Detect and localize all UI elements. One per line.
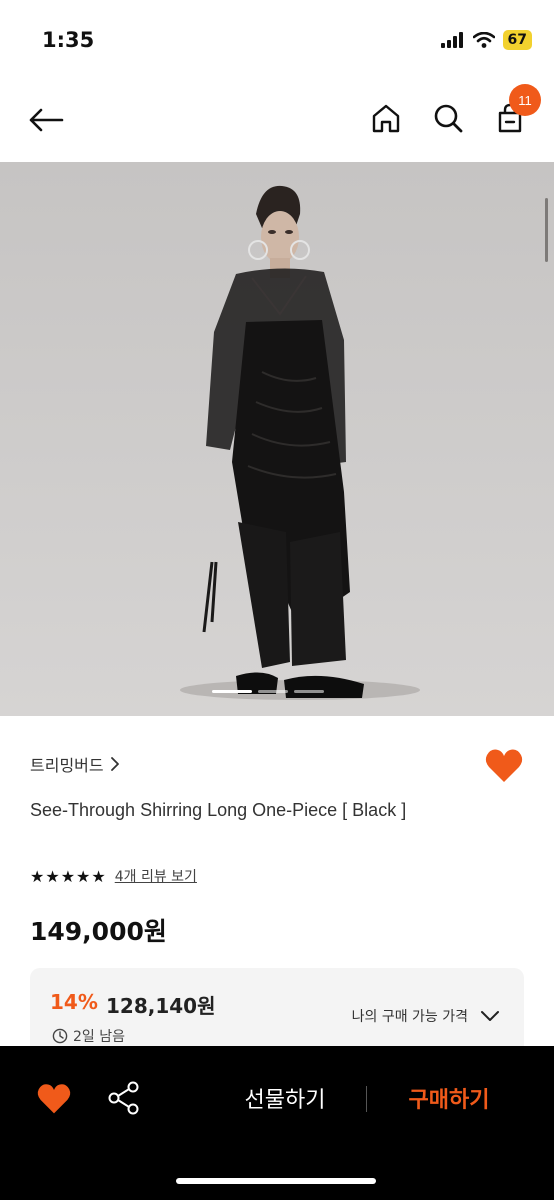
home-button[interactable] xyxy=(368,100,404,136)
nav-bar xyxy=(0,80,554,162)
share-icon xyxy=(108,1081,139,1115)
rating-row: ★★★★★ 4개 리뷰 보기 xyxy=(30,866,197,886)
product-price: 149,000원 xyxy=(30,917,167,946)
back-button[interactable] xyxy=(28,102,68,138)
brand-name: 트리밍버드 xyxy=(30,756,104,775)
image-page-indicator xyxy=(212,690,324,693)
product-image[interactable] xyxy=(0,162,554,716)
chevron-right-icon xyxy=(110,757,119,771)
deadline-text: 2일 남음 xyxy=(73,1029,125,1045)
battery-indicator: 67 xyxy=(502,30,532,50)
page-dot xyxy=(258,690,288,693)
discount-deadline: 2일 남음 xyxy=(52,1026,125,1046)
wishlist-button[interactable] xyxy=(484,746,524,786)
arrow-left-icon xyxy=(29,108,64,132)
buy-button[interactable]: 구매하기 xyxy=(374,1082,524,1114)
search-button[interactable] xyxy=(430,100,466,136)
page-dot-active xyxy=(212,690,252,693)
bottom-wishlist-button[interactable] xyxy=(36,1082,72,1116)
heart-icon xyxy=(37,1084,71,1114)
my-price-label: 나의 구매 가능 가격 xyxy=(351,1009,468,1025)
status-bar: 1:35 67 xyxy=(0,0,554,80)
product-title: See-Through Shirring Long One-Piece [ Bl… xyxy=(30,800,407,820)
cart-count-badge: 11 xyxy=(509,84,541,116)
status-time: 1:35 xyxy=(42,28,95,52)
gift-button[interactable]: 선물하기 xyxy=(210,1082,360,1114)
share-button[interactable] xyxy=(106,1080,142,1116)
brand-link[interactable]: 트리밍버드 xyxy=(30,752,120,776)
home-icon xyxy=(372,104,400,133)
signal-icon xyxy=(440,32,463,48)
star-rating: ★★★★★ xyxy=(30,866,107,886)
my-price-toggle[interactable]: 나의 구매 가능 가격 xyxy=(352,1006,500,1026)
wifi-icon xyxy=(472,32,495,48)
status-icons: 67 xyxy=(440,30,532,50)
heart-icon xyxy=(485,749,523,782)
model-photo xyxy=(0,162,554,716)
scroll-thumb[interactable] xyxy=(545,198,548,262)
discount-price: 128,140원 xyxy=(106,994,216,1018)
chevron-down-icon xyxy=(481,1011,499,1021)
clock-icon xyxy=(52,1028,68,1044)
divider xyxy=(366,1086,367,1112)
review-link[interactable]: 4개 리뷰 보기 xyxy=(115,866,197,886)
discount-percent: 14% xyxy=(50,990,98,1014)
home-indicator xyxy=(176,1178,376,1184)
search-icon xyxy=(434,104,463,133)
page-dot xyxy=(294,690,324,693)
bottom-action-bar: 선물하기 구매하기 xyxy=(0,1046,554,1200)
